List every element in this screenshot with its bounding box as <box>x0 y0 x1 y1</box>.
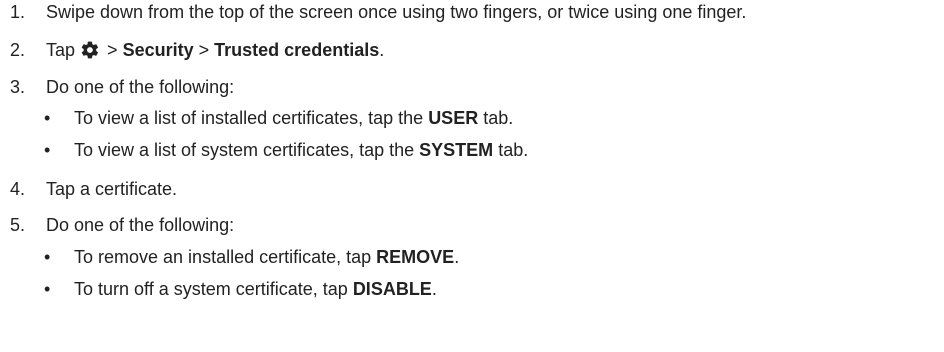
security-label: Security <box>122 40 194 60</box>
step-text: Swipe down from the top of the screen on… <box>46 2 747 22</box>
step-1: 1. Swipe down from the top of the screen … <box>10 1 746 23</box>
list-item: • To turn off a system certificate, tap D… <box>44 279 437 299</box>
separator: > <box>198 40 210 60</box>
list-item: • To view a list of system certificates, … <box>44 140 529 160</box>
disable-label: DISABLE <box>352 279 432 299</box>
step-number: 3. <box>10 77 26 97</box>
step-text-suffix: . <box>379 40 385 60</box>
bullet-icon: • <box>44 279 51 299</box>
step-number: 5. <box>10 215 26 235</box>
bullet-icon: • <box>44 247 51 267</box>
bullet-icon: • <box>44 108 51 128</box>
step-4: 4. Tap a certificate. <box>10 178 177 200</box>
step-3: 3. Do one of the following: <box>10 76 234 98</box>
step-2: 2. Tap > Security > Trusted credentials. <box>10 39 384 61</box>
step-text: Do one of the following: <box>46 215 235 235</box>
separator: > <box>107 40 118 60</box>
list-item: • To remove an installed certificate, tap… <box>44 247 460 267</box>
step-text: Do one of the following: <box>46 77 235 97</box>
instructions-document: 1. Swipe down from the top of the screen … <box>0 0 944 352</box>
remove-label: REMOVE <box>376 247 455 267</box>
step-number: 2. <box>10 40 26 60</box>
trusted-credentials-label: Trusted credentials <box>214 40 380 60</box>
user-tab-label: USER <box>428 108 479 128</box>
gear-icon <box>81 41 99 59</box>
step-5: 5. Do one of the following: <box>10 214 234 236</box>
step-number: 4. <box>10 179 26 199</box>
step-number: 1. <box>10 2 26 22</box>
list-item: • To view a list of installed certificate… <box>44 108 514 128</box>
step-text: Tap a certificate. <box>46 179 178 199</box>
system-tab-label: SYSTEM <box>419 140 494 160</box>
bullet-icon: • <box>44 140 51 160</box>
step-text-prefix: Tap <box>46 40 76 60</box>
